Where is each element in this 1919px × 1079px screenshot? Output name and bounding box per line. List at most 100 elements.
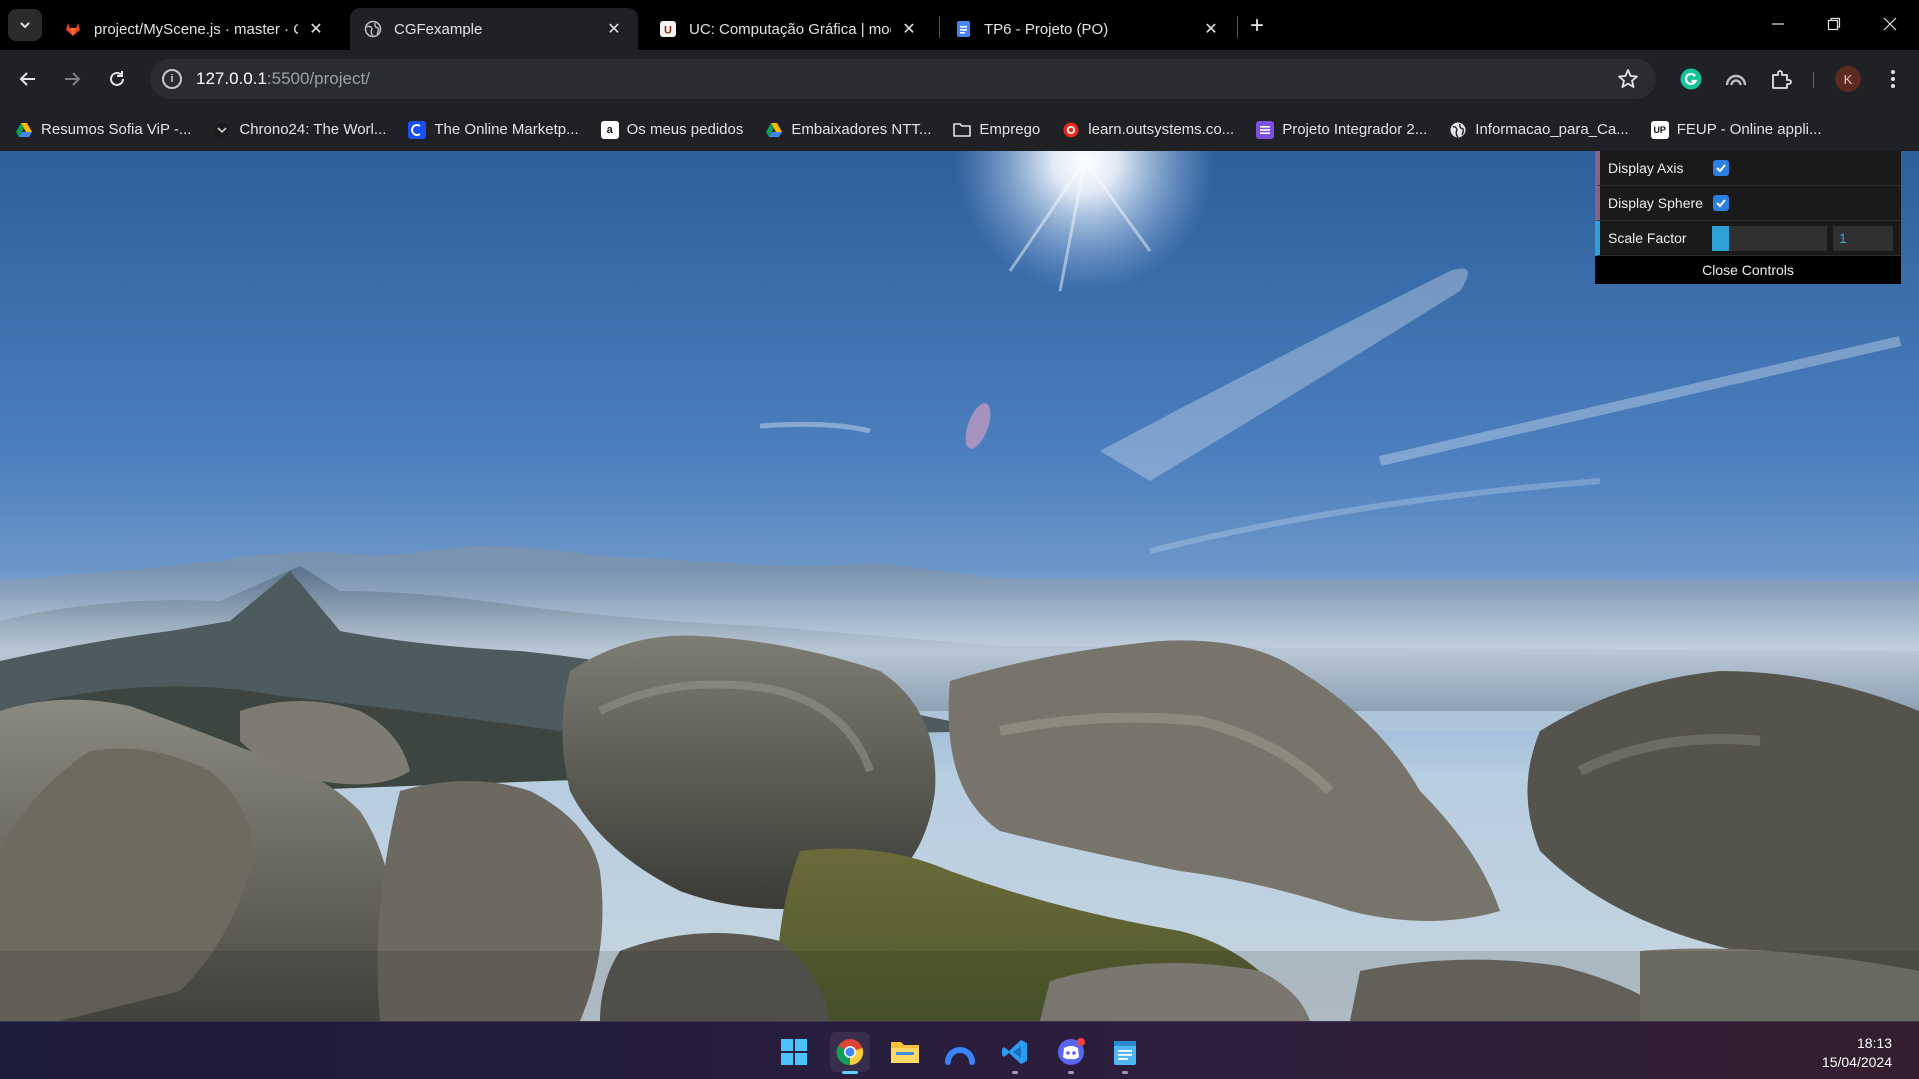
bookmark-item[interactable]: Embaixadores NTT... [765, 121, 931, 139]
running-indicator [1068, 1071, 1074, 1074]
taskbar-discord[interactable] [1051, 1032, 1091, 1074]
bookmark-label: Chrono24: The Worl... [239, 121, 387, 138]
display-axis-checkbox[interactable] [1713, 160, 1729, 176]
clock-time: 18:13 [1856, 1035, 1892, 1051]
taskbar-chrome[interactable] [830, 1032, 870, 1074]
display-sphere-control[interactable]: Display Sphere [1595, 186, 1901, 221]
slider-fill [1712, 225, 1730, 251]
bookmark-folder[interactable]: Emprego [953, 121, 1040, 139]
bookmark-item[interactable]: Projeto Integrador 2... [1256, 120, 1428, 139]
tab-gitlab[interactable]: project/MyScene.js · master · C ✕ [50, 8, 340, 50]
taskbar-notepad[interactable] [1105, 1032, 1145, 1074]
vscode-icon [1002, 1040, 1027, 1064]
url-path: :5500/project/ [266, 69, 370, 88]
close-tab-icon[interactable]: ✕ [306, 19, 326, 39]
close-icon [1883, 17, 1897, 31]
system-clock[interactable]: 18:13 15/04/2024 [1822, 1034, 1892, 1072]
bookmark-star-icon[interactable] [1616, 67, 1640, 91]
bookmark-item[interactable]: Chrono24: The Worl... [213, 121, 386, 139]
running-indicator [1122, 1071, 1128, 1074]
minimize-icon [1772, 23, 1784, 25]
scale-factor-control: Scale Factor 1 [1595, 221, 1901, 256]
tab-title: project/MyScene.js · master · C [94, 20, 298, 38]
folder-icon [953, 121, 972, 139]
bookmark-item[interactable]: UP FEUP - Online appli... [1650, 120, 1822, 139]
taskbar-arc[interactable] [940, 1032, 980, 1072]
close-controls-button[interactable]: Close Controls [1595, 256, 1901, 284]
toolbar-divider [1813, 72, 1814, 88]
url-host: 127.0.0.1 [196, 69, 267, 88]
bookmark-item[interactable]: The Online Marketp... [408, 120, 579, 139]
minimize-button[interactable] [1750, 0, 1806, 48]
arrow-left-icon [19, 72, 35, 86]
running-indicator [1012, 1071, 1018, 1074]
tab-cgfexample[interactable]: CGFexample ✕ [350, 8, 638, 50]
google-docs-icon [954, 20, 972, 38]
list-icon [1256, 120, 1275, 139]
bookmark-label: Projeto Integrador 2... [1282, 121, 1428, 138]
close-tab-icon[interactable]: ✕ [604, 19, 624, 39]
display-axis-label: Display Axis [1608, 160, 1684, 176]
bookmark-item[interactable]: Resumos Sofia ViP -... [15, 121, 191, 139]
reload-icon [110, 71, 124, 86]
windows-start-button[interactable] [774, 1032, 814, 1072]
bookmark-label: FEUP - Online appli... [1676, 121, 1822, 138]
new-tab-button[interactable]: + [1243, 12, 1271, 40]
extensions-puzzle-icon[interactable] [1767, 65, 1795, 93]
profile-avatar[interactable]: K [1835, 66, 1861, 92]
windows-start-icon [781, 1039, 807, 1065]
google-drive-icon [15, 121, 33, 139]
google-drive-icon [765, 121, 783, 139]
bookmark-label: Os meus pedidos [626, 121, 744, 138]
back-button[interactable] [12, 63, 44, 95]
site-info-icon[interactable]: i [162, 69, 182, 89]
address-bar[interactable]: i 127.0.0.1:5500/project/ [150, 59, 1656, 99]
svg-text:U: U [664, 25, 672, 37]
tab-title: CGFexample [394, 20, 483, 38]
scale-factor-input[interactable]: 1 [1833, 225, 1893, 251]
grammarly-extension-icon[interactable] [1677, 65, 1705, 93]
tab-search-button[interactable] [8, 9, 42, 41]
close-window-button[interactable] [1862, 0, 1918, 48]
arrow-right-icon [65, 72, 81, 86]
tab-moodle[interactable]: U UC: Computação Gráfica | mood ✕ [645, 8, 933, 50]
scale-factor-slider[interactable] [1712, 225, 1827, 251]
tab-strip: project/MyScene.js · master · C ✕ CGFexa… [0, 0, 1919, 50]
taskbar-file-explorer[interactable] [885, 1032, 925, 1072]
close-tab-icon[interactable]: ✕ [1201, 19, 1221, 39]
outsystems-icon [1062, 121, 1080, 139]
feup-icon: UP [1650, 120, 1669, 139]
notepad-icon [1114, 1041, 1136, 1065]
display-axis-control[interactable]: Display Axis [1595, 151, 1901, 186]
browser-menu-button[interactable] [1879, 65, 1907, 93]
bookmark-item[interactable]: learn.outsystems.co... [1062, 121, 1234, 139]
bookmark-label: The Online Marketp... [434, 121, 579, 138]
restore-button[interactable] [1806, 0, 1862, 48]
chrono24-icon [213, 121, 231, 139]
chevron-down-icon [20, 22, 30, 29]
bookmarks-bar: Resumos Sofia ViP -... Chrono24: The Wor… [0, 108, 1919, 151]
tab-title: TP6 - Projeto (PO) [984, 20, 1109, 38]
discord-icon [1058, 1038, 1085, 1065]
url-text: 127.0.0.1:5500/project/ [196, 69, 370, 89]
bookmark-item[interactable]: a Os meus pedidos [600, 120, 744, 139]
bookmark-label: Embaixadores NTT... [791, 121, 932, 138]
close-tab-icon[interactable]: ✕ [899, 19, 919, 39]
bookmark-item[interactable]: Informacao_para_Ca... [1449, 121, 1629, 139]
marketplace-icon [408, 120, 427, 139]
arc-icon [945, 1047, 975, 1065]
arc-extension-icon[interactable] [1722, 65, 1750, 93]
tab-title: UC: Computação Gráfica | mood [689, 20, 891, 38]
forward-button[interactable] [56, 63, 88, 95]
active-indicator [842, 1071, 858, 1074]
reload-button[interactable] [101, 63, 133, 95]
taskbar-vscode[interactable] [995, 1032, 1035, 1074]
globe-icon [364, 20, 382, 38]
browser-toolbar: i 127.0.0.1:5500/project/ K [0, 50, 1919, 108]
display-sphere-checkbox[interactable] [1713, 195, 1729, 211]
bookmark-label: Emprego [979, 121, 1041, 138]
gitlab-icon [64, 20, 82, 38]
clock-date: 15/04/2024 [1821, 1054, 1892, 1070]
amazon-icon: a [600, 120, 619, 139]
tab-google-docs[interactable]: TP6 - Projeto (PO) ✕ [940, 8, 1235, 50]
